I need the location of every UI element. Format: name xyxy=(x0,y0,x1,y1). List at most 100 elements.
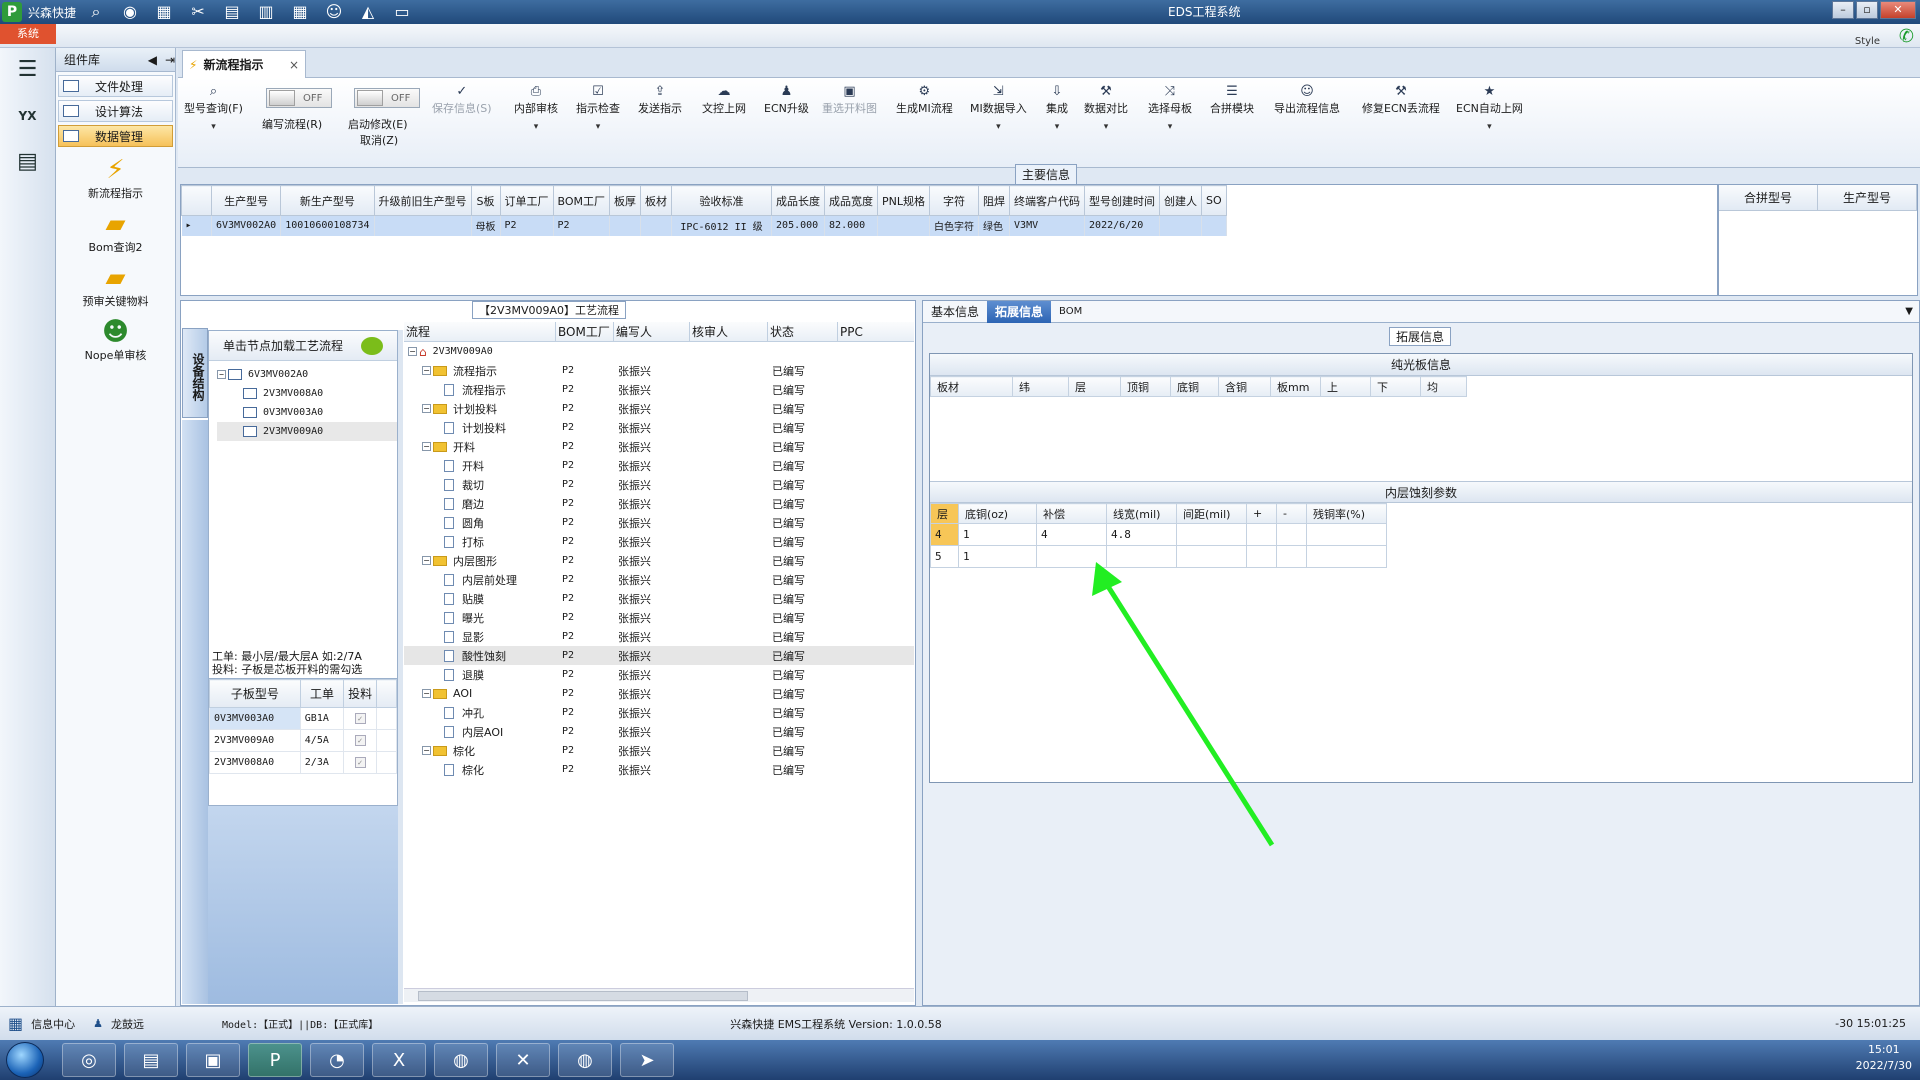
col-header[interactable]: - xyxy=(1276,503,1307,524)
col-header[interactable]: 板材 xyxy=(930,376,1013,397)
cell[interactable]: 绿色 xyxy=(978,215,1011,236)
col-header[interactable]: S板 xyxy=(470,185,501,216)
col-header[interactable]: 新生产型号 xyxy=(280,185,375,216)
cell[interactable] xyxy=(1176,523,1247,546)
compare-button[interactable]: ⚒ 数据对比 ▾ xyxy=(1084,84,1128,132)
cell[interactable] xyxy=(1246,523,1277,546)
cell[interactable]: 4.8 xyxy=(1106,523,1177,546)
close-tab-icon[interactable]: × xyxy=(289,58,299,72)
cell[interactable]: 4 xyxy=(930,523,959,546)
cell[interactable]: 2V3MV008A0 xyxy=(209,751,301,774)
cell[interactable] xyxy=(1246,545,1277,568)
col-header[interactable]: 阻焊 xyxy=(978,185,1011,216)
cell[interactable]: 2022/6/20 xyxy=(1084,215,1161,236)
col-header[interactable]: PPC xyxy=(838,322,914,341)
eds-app-icon[interactable]: P xyxy=(248,1043,302,1077)
col-header[interactable]: 编写人 xyxy=(614,322,690,341)
col-header[interactable]: 投料 xyxy=(343,679,377,708)
choose-mother-button[interactable]: ⤨ 选择母板 ▾ xyxy=(1148,84,1192,132)
cell[interactable] xyxy=(1276,523,1307,546)
table-icon[interactable]: ▤ xyxy=(220,2,244,22)
start-button-icon[interactable] xyxy=(6,1042,44,1078)
launcher-bom-query[interactable]: ▰ Bom查询2 xyxy=(56,209,175,255)
collapse-icon[interactable]: − xyxy=(422,746,431,755)
notepad-icon[interactable]: ▤ xyxy=(124,1043,178,1077)
collapse-icon[interactable]: − xyxy=(422,404,431,413)
cell[interactable] xyxy=(374,215,472,236)
ecn-auto-button[interactable]: ★ ECN自动上网 ▾ xyxy=(1456,84,1523,132)
tree-node-selected[interactable]: 2V3MV009A0 xyxy=(217,422,397,441)
collapse-icon[interactable]: ◀ xyxy=(148,53,157,67)
merge-button[interactable]: ☰ 合拼模块 xyxy=(1210,84,1254,116)
flow-row[interactable]: 贴膜 P2 张振兴 已编写 xyxy=(404,589,914,608)
regen-button[interactable]: ▣ 重选开料图 xyxy=(822,84,877,116)
shell-icon[interactable]: ◎ xyxy=(62,1043,116,1077)
yx-logo-icon[interactable]: YX xyxy=(10,98,46,134)
tree-node[interactable]: 2V3MV008A0 xyxy=(217,384,397,403)
flow-row[interactable]: 开料 P2 张振兴 已编写 xyxy=(404,456,914,475)
collapse-icon[interactable]: − xyxy=(422,366,431,375)
cell[interactable]: P2 xyxy=(500,215,554,236)
launcher-nope-audit[interactable]: ☻ Nope单审核 xyxy=(56,317,175,363)
col-header[interactable]: 补偿 xyxy=(1036,503,1107,524)
collapse-icon[interactable]: − xyxy=(408,347,417,356)
flow-row[interactable]: − 开料 P2 张振兴 已编写 xyxy=(404,437,914,456)
col-header[interactable]: 创建人 xyxy=(1159,185,1203,216)
excel-icon[interactable]: X xyxy=(372,1043,426,1077)
cell[interactable]: 10010600108734 xyxy=(280,215,375,236)
cell[interactable]: IPC-6012 II 级 xyxy=(671,215,773,236)
system-tab[interactable]: 系统 xyxy=(0,24,56,44)
col-header[interactable]: 验收标准 xyxy=(671,185,773,216)
menu-item-design[interactable]: 设计算法 xyxy=(58,100,173,122)
flow-row[interactable]: 计划投料 P2 张振兴 已编写 xyxy=(404,418,914,437)
collapse-icon[interactable]: − xyxy=(422,556,431,565)
cell[interactable] xyxy=(1176,545,1247,568)
export-button[interactable]: ☺ 导出流程信息 xyxy=(1274,84,1340,116)
close-icon[interactable]: ✕ xyxy=(1880,1,1916,19)
pin-icon[interactable]: ⇥ xyxy=(165,53,175,67)
collapse-icon[interactable]: − xyxy=(217,370,226,379)
scissors-icon[interactable]: ✂ xyxy=(186,2,210,22)
cell[interactable] xyxy=(609,215,642,236)
horizontal-scrollbar[interactable] xyxy=(404,988,914,1002)
col-header[interactable]: 底铜(oz) xyxy=(958,503,1037,524)
cell[interactable]: 6V3MV002A0 xyxy=(211,215,282,236)
cancel-button[interactable]: 取消(Z) xyxy=(360,132,398,148)
cell[interactable]: V3MV xyxy=(1009,215,1086,236)
col-header[interactable]: 板厚 xyxy=(609,185,642,216)
col-header[interactable]: 合拼型号 xyxy=(1719,185,1818,210)
save-disk-icon[interactable]: ▣ xyxy=(186,1043,240,1077)
cell[interactable]: P2 xyxy=(553,215,611,236)
flow-row[interactable]: 内层AOI P2 张振兴 已编写 xyxy=(404,722,914,741)
cell[interactable]: GB1A xyxy=(299,707,345,730)
mi-import-button[interactable]: ⇲ MI数据导入 ▾ xyxy=(970,84,1027,132)
col-header[interactable]: 线宽(mil) xyxy=(1106,503,1177,524)
grid2-icon[interactable]: ▦ xyxy=(288,2,312,22)
flow-row[interactable]: 内层前处理 P2 张振兴 已编写 xyxy=(404,570,914,589)
col-header[interactable]: 成品长度 xyxy=(771,185,826,216)
cell[interactable]: 母板 xyxy=(471,215,501,236)
tool-icon[interactable]: ✕ xyxy=(496,1043,550,1077)
flow-row[interactable]: − 流程指示 P2 张振兴 已编写 xyxy=(404,361,914,380)
flow-row[interactable]: − 内层图形 P2 张振兴 已编写 xyxy=(404,551,914,570)
cell[interactable] xyxy=(1306,523,1387,546)
cell[interactable] xyxy=(640,215,673,236)
flow-row[interactable]: 冲孔 P2 张振兴 已编写 xyxy=(404,703,914,722)
col-header[interactable]: 流程 xyxy=(404,322,556,341)
col-header[interactable]: PNL规格 xyxy=(877,185,931,216)
flow-row[interactable]: 打标 P2 张振兴 已编写 xyxy=(404,532,914,551)
tab-new-flow[interactable]: ⚡ 新流程指示 × xyxy=(182,50,306,78)
col-header[interactable]: 成品宽度 xyxy=(824,185,879,216)
send-button[interactable]: ⇪ 发送指示 xyxy=(638,84,682,116)
integrate-button[interactable]: ⇩ 集成 ▾ xyxy=(1046,84,1068,132)
col-header[interactable]: 均 xyxy=(1420,376,1467,397)
flow-root-row[interactable]: − ⌂ 2V3MV009A0 xyxy=(404,342,914,361)
network-icon[interactable]: ◍ xyxy=(434,1043,488,1077)
tree-node[interactable]: − 6V3MV002A0 xyxy=(217,365,397,384)
feed-checkbox[interactable]: ✓ xyxy=(354,735,366,746)
cell[interactable] xyxy=(1036,545,1107,568)
table-row[interactable]: 2V3MV008A0 2/3A ✓ xyxy=(209,751,397,774)
equipment-structure-tab[interactable]: 设备结构 xyxy=(182,328,208,418)
col-header[interactable]: 间距(mil) xyxy=(1176,503,1247,524)
col-header[interactable]: 层 xyxy=(930,503,959,524)
